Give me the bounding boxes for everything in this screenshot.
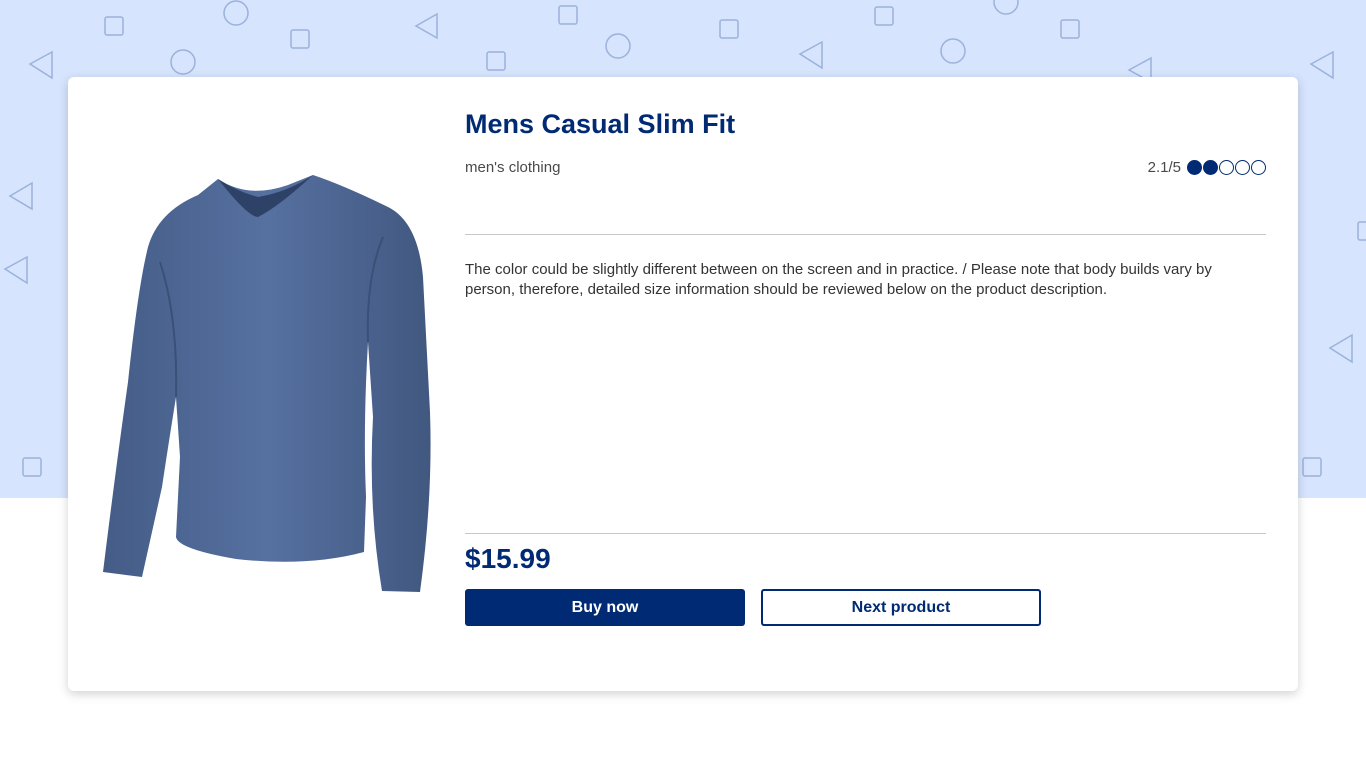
product-card: Mens Casual Slim Fit men's clothing 2.1/…: [68, 77, 1298, 691]
product-description: The color could be slightly different be…: [465, 261, 1212, 298]
product-title: Mens Casual Slim Fit: [465, 109, 736, 139]
rating-dot-empty: [1251, 160, 1266, 175]
product-image: [98, 167, 438, 597]
rating-dot-filled: [1187, 160, 1202, 175]
divider-top: [465, 234, 1266, 235]
product-rating: 2.1/5: [1148, 159, 1266, 176]
buy-now-button[interactable]: Buy now: [465, 589, 745, 626]
long-sleeve-shirt-icon: [103, 175, 431, 592]
product-price: $15.99: [465, 543, 551, 574]
rating-dots: [1187, 160, 1266, 175]
rating-dot-empty: [1219, 160, 1234, 175]
product-category: men's clothing: [465, 159, 561, 176]
rating-dot-empty: [1235, 160, 1250, 175]
next-product-button[interactable]: Next product: [761, 589, 1041, 626]
rating-text: 2.1/5: [1147, 159, 1181, 176]
rating-dot-filled: [1203, 160, 1218, 175]
product-info: Mens Casual Slim Fit men's clothing 2.1/…: [465, 77, 1266, 691]
divider-bottom: [465, 533, 1266, 534]
